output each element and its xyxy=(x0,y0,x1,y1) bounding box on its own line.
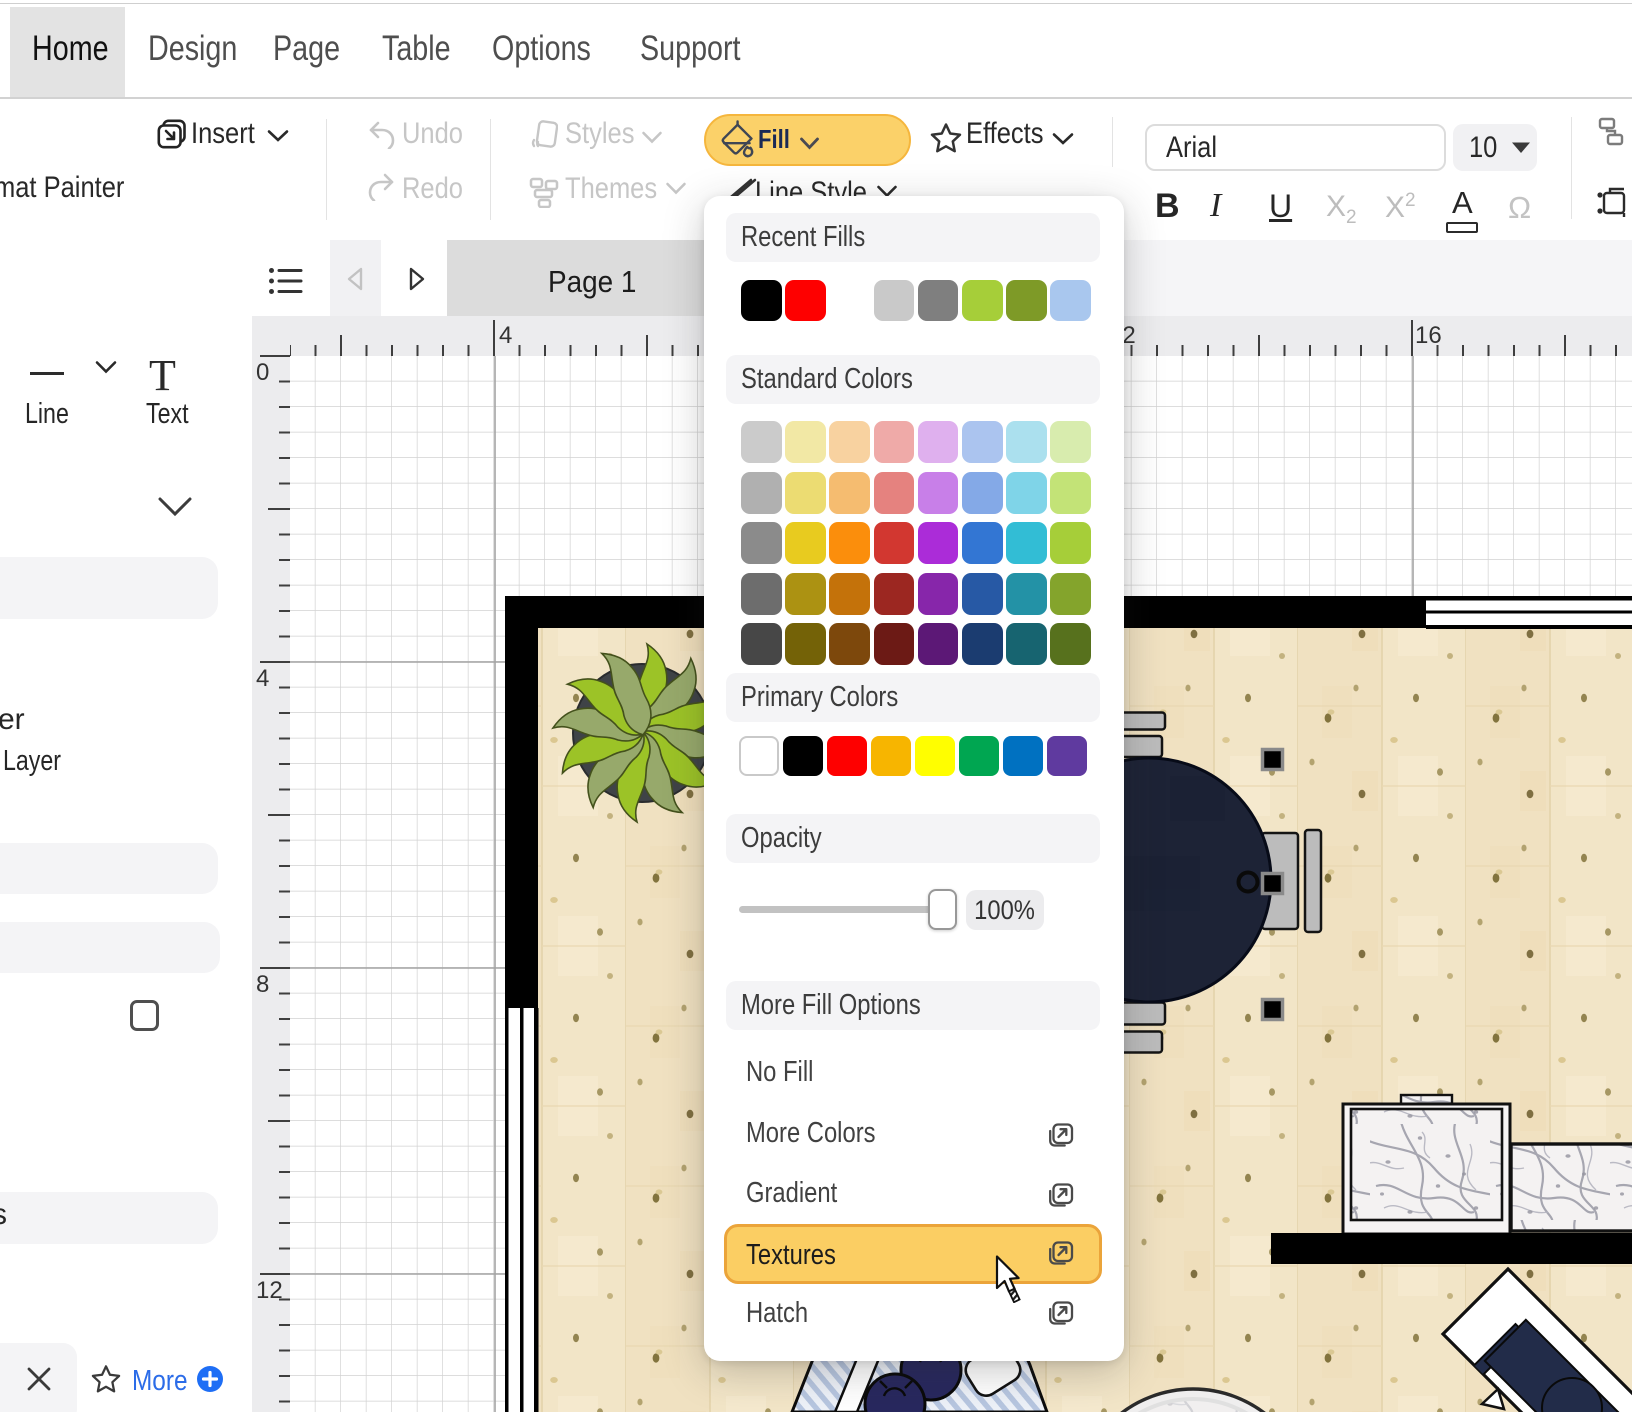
svg-text:4: 4 xyxy=(499,322,512,349)
svg-text:12: 12 xyxy=(256,1277,283,1304)
svg-text:4: 4 xyxy=(256,665,269,692)
svg-text:8: 8 xyxy=(256,971,269,998)
svg-text:0: 0 xyxy=(256,359,269,386)
svg-text:16: 16 xyxy=(1415,322,1442,349)
